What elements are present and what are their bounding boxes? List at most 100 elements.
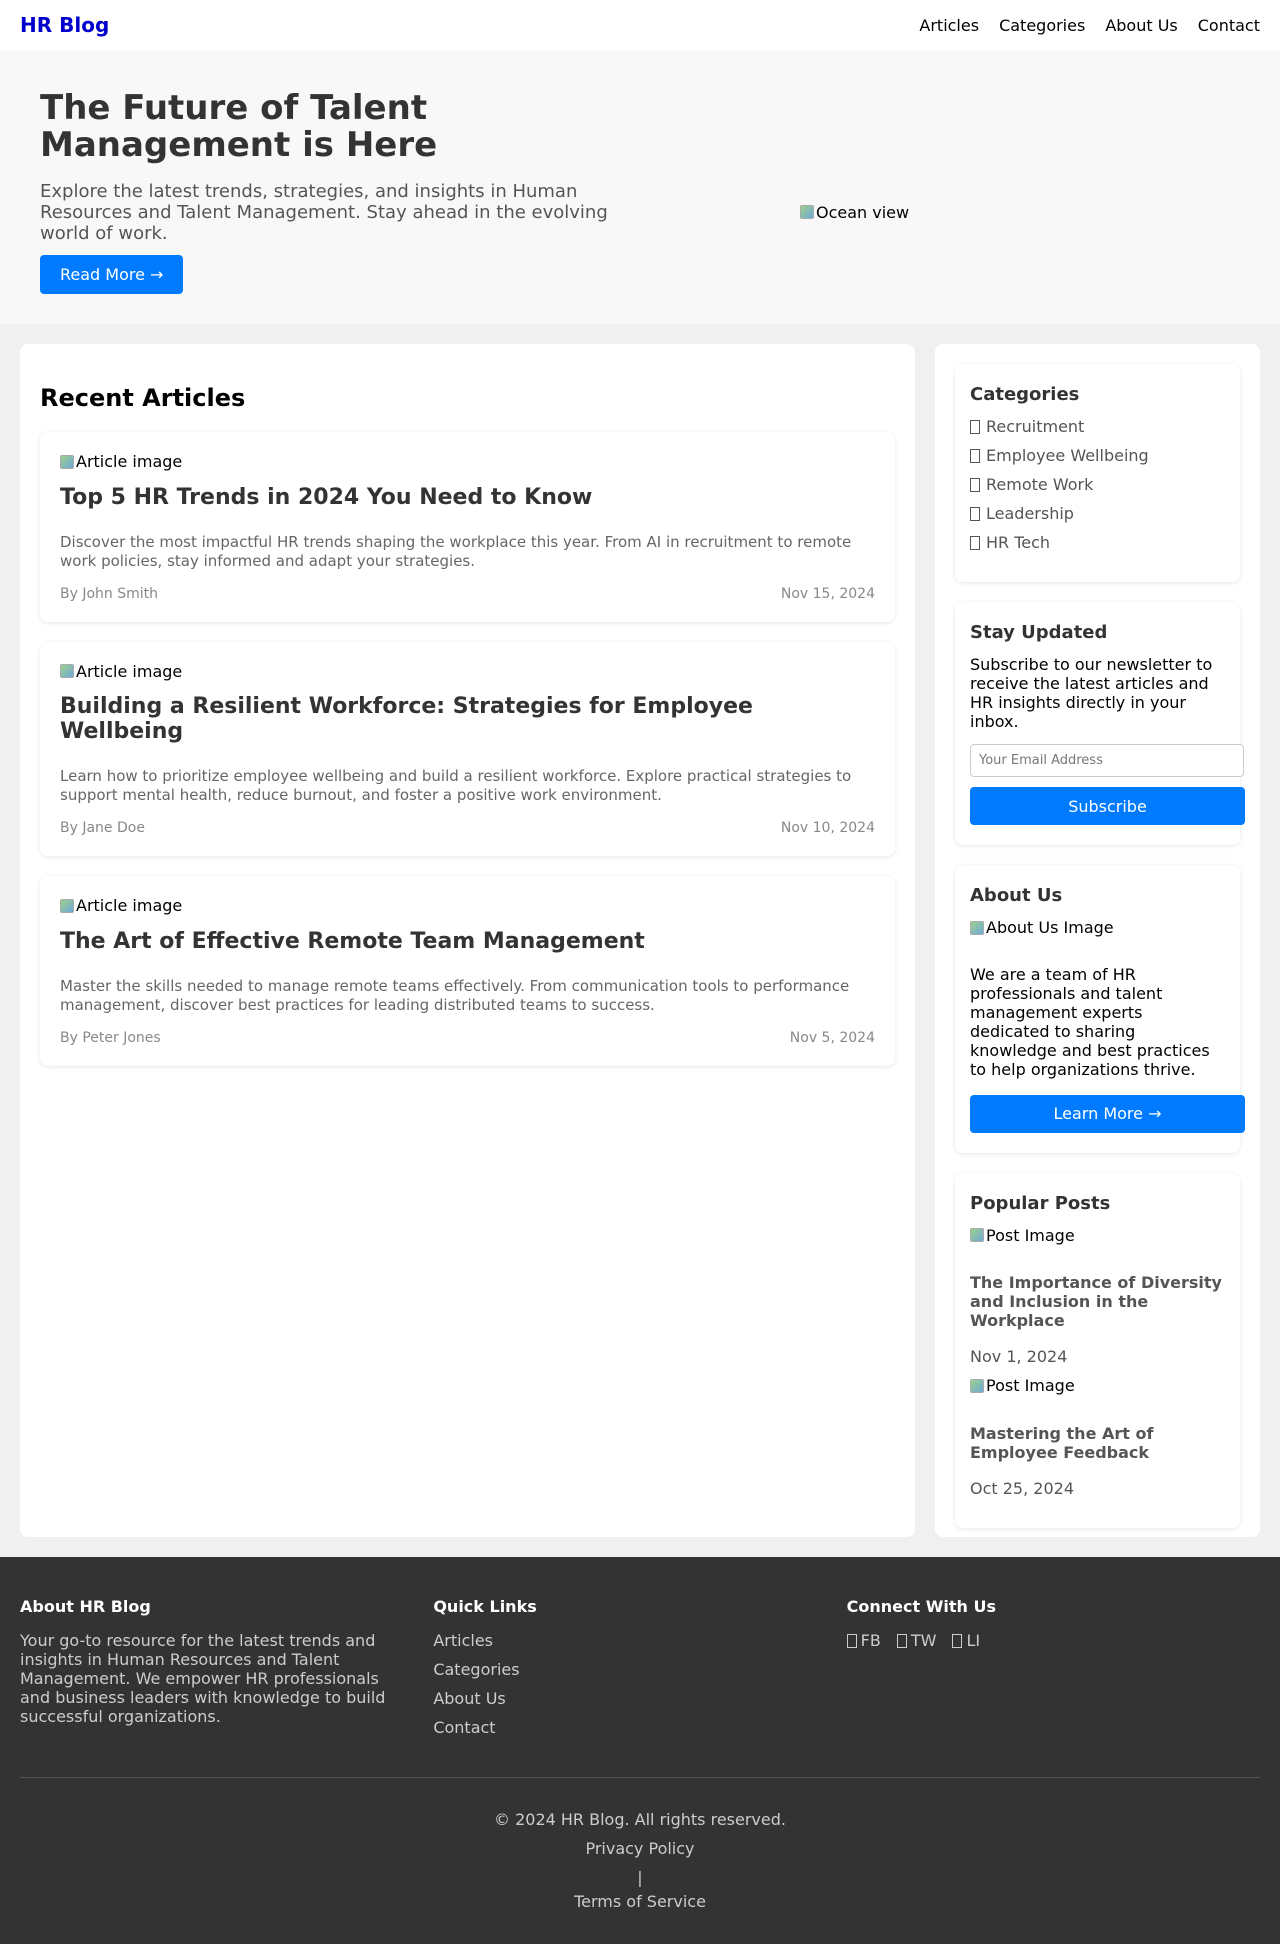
- terms-of-service-link[interactable]: Terms of Service: [20, 1890, 1260, 1914]
- article-card[interactable]: Article image Building a Resilient Workf…: [40, 641, 895, 856]
- footer-connect: Connect With Us FB TW LI: [846, 1597, 1260, 1747]
- social-link-linkedin[interactable]: LI: [952, 1631, 980, 1650]
- article-card[interactable]: Article image Top 5 HR Trends in 2024 Yo…: [40, 432, 895, 622]
- connect-heading: Connect With Us: [846, 1597, 996, 1616]
- nav-link-articles[interactable]: Articles: [919, 16, 979, 35]
- broken-image-icon: [60, 664, 74, 678]
- read-more-button[interactable]: Read More →: [40, 255, 184, 294]
- popular-post-title[interactable]: Mastering the Art of Employee Feedback: [970, 1424, 1225, 1462]
- about-heading: About Us: [970, 885, 1063, 906]
- footer-link-categories[interactable]: Categories: [433, 1660, 846, 1679]
- twitter-icon: [896, 1633, 907, 1648]
- category-item-remote-work[interactable]: Remote Work: [970, 475, 1225, 494]
- social-label: TW: [910, 1631, 937, 1650]
- category-icon: [970, 535, 980, 550]
- article-author: By John Smith: [60, 585, 159, 602]
- nav-links: Articles Categories About Us Contact: [919, 16, 1260, 35]
- main-layout: Recent Articles Article image Top 5 HR T…: [0, 324, 1280, 1557]
- footer-bottom: © 2024 HR Blog. All rights reserved. Pri…: [20, 1808, 1260, 1914]
- article-meta: By John Smith Nov 15, 2024: [60, 586, 875, 602]
- copyright-text: © 2024 HR Blog. All rights reserved.: [494, 1810, 786, 1829]
- category-icon: [970, 448, 980, 463]
- footer-about-text: Your go-to resource for the latest trend…: [20, 1631, 386, 1726]
- category-label: Remote Work: [986, 475, 1094, 494]
- post-image-alt: Post Image: [986, 1225, 1075, 1245]
- linkedin-icon: [952, 1633, 963, 1648]
- post-image: Post Image: [970, 1376, 1075, 1395]
- hero-image-alt: Ocean view: [816, 202, 910, 222]
- article-image-alt: Article image: [76, 896, 183, 915]
- social-link-twitter[interactable]: TW: [896, 1631, 937, 1650]
- categories-widget: Categories Recruitment Employee Wellbein…: [955, 364, 1240, 582]
- sidebar: Categories Recruitment Employee Wellbein…: [935, 344, 1260, 1537]
- article-date: Nov 10, 2024: [780, 820, 875, 836]
- footer-separator: |: [637, 1868, 643, 1887]
- quick-links-heading: Quick Links: [433, 1597, 537, 1616]
- article-title[interactable]: Building a Resilient Workforce: Strategi…: [60, 694, 875, 744]
- broken-image-icon: [970, 1228, 984, 1242]
- popular-post-date: Oct 25, 2024: [970, 1478, 1074, 1498]
- article-date: Nov 5, 2024: [789, 1029, 875, 1046]
- about-text: We are a team of HR professionals and ta…: [970, 964, 1210, 1079]
- nav-link-contact[interactable]: Contact: [1198, 16, 1260, 35]
- article-excerpt: Discover the most impactful HR trends sh…: [60, 532, 852, 570]
- category-item-hr-tech[interactable]: HR Tech: [970, 533, 1225, 552]
- categories-list: Recruitment Employee Wellbeing Remote Wo…: [970, 417, 1225, 552]
- article-image-alt: Article image: [76, 452, 183, 471]
- article-image: Article image: [60, 896, 182, 915]
- footer-link-contact[interactable]: Contact: [433, 1718, 846, 1737]
- newsletter-heading: Stay Updated: [970, 622, 1108, 643]
- popular-post[interactable]: Post Image The Importance of Diversity a…: [970, 1225, 1225, 1366]
- article-card[interactable]: Article image The Art of Effective Remot…: [40, 876, 895, 1066]
- category-item-employee-wellbeing[interactable]: Employee Wellbeing: [970, 446, 1225, 465]
- category-icon: [970, 506, 980, 521]
- broken-image-icon: [60, 898, 74, 913]
- subscribe-button[interactable]: Subscribe: [970, 787, 1245, 825]
- article-excerpt: Learn how to prioritize employee wellbei…: [60, 767, 852, 804]
- footer-link-about[interactable]: About Us: [433, 1689, 846, 1708]
- footer-quick-links: Quick Links Articles Categories About Us…: [433, 1597, 846, 1747]
- nav-link-categories[interactable]: Categories: [999, 16, 1085, 35]
- article-title[interactable]: The Art of Effective Remote Team Managem…: [60, 929, 875, 954]
- site-logo[interactable]: HR Blog: [20, 13, 109, 37]
- privacy-policy-link[interactable]: Privacy Policy: [20, 1837, 1260, 1861]
- article-image-alt: Article image: [76, 661, 183, 681]
- hero-subtitle: Explore the latest trends, strategies, a…: [40, 181, 608, 244]
- social-link-facebook[interactable]: FB: [846, 1631, 881, 1650]
- nav-link-about[interactable]: About Us: [1105, 16, 1177, 35]
- newsletter-text: Subscribe to our newsletter to receive t…: [970, 655, 1213, 731]
- email-input[interactable]: [970, 744, 1244, 777]
- hero-section: The Future of Talent Management is Here …: [0, 50, 1280, 324]
- category-item-leadership[interactable]: Leadership: [970, 504, 1225, 523]
- about-image: About Us Image: [970, 918, 1114, 937]
- popular-posts-heading: Popular Posts: [970, 1192, 1111, 1214]
- article-excerpt: Master the skills needed to manage remot…: [60, 976, 850, 1014]
- popular-posts-widget: Popular Posts Post Image The Importance …: [955, 1173, 1240, 1528]
- social-links: FB TW LI: [846, 1631, 1260, 1650]
- popular-post[interactable]: Post Image Mastering the Art of Employee…: [970, 1376, 1225, 1498]
- category-label: HR Tech: [986, 533, 1051, 552]
- footer-link-articles[interactable]: Articles: [433, 1631, 846, 1650]
- article-author: By Peter Jones: [60, 1029, 161, 1046]
- learn-more-button[interactable]: Learn More →: [970, 1094, 1245, 1133]
- footer-about-heading: About HR Blog: [20, 1597, 151, 1616]
- newsletter-widget: Stay Updated Subscribe to our newsletter…: [955, 602, 1245, 845]
- hero-text: The Future of Talent Management is Here …: [40, 90, 620, 324]
- category-item-recruitment[interactable]: Recruitment: [970, 417, 1225, 436]
- article-date: Nov 15, 2024: [780, 585, 875, 602]
- hero-title: The Future of Talent Management is Here: [40, 88, 438, 165]
- category-label: Recruitment: [986, 417, 1085, 436]
- footer-columns: About HR Blog Your go-to resource for th…: [20, 1597, 1260, 1747]
- broken-image-icon: [60, 454, 74, 469]
- article-title[interactable]: Top 5 HR Trends in 2024 You Need to Know: [60, 485, 875, 510]
- social-label: FB: [860, 1631, 881, 1650]
- post-image-alt: Post Image: [986, 1376, 1075, 1395]
- about-widget: About Us About Us Image We are a team of…: [955, 865, 1245, 1153]
- recent-articles: Recent Articles Article image Top 5 HR T…: [20, 344, 915, 1537]
- site-footer: About HR Blog Your go-to resource for th…: [0, 1557, 1280, 1944]
- footer-divider: [20, 1777, 1260, 1778]
- popular-post-title[interactable]: The Importance of Diversity and Inclusio…: [970, 1273, 1225, 1330]
- article-meta: By Jane Doe Nov 10, 2024: [60, 820, 875, 836]
- footer-about: About HR Blog Your go-to resource for th…: [20, 1597, 433, 1747]
- category-icon: [970, 419, 980, 434]
